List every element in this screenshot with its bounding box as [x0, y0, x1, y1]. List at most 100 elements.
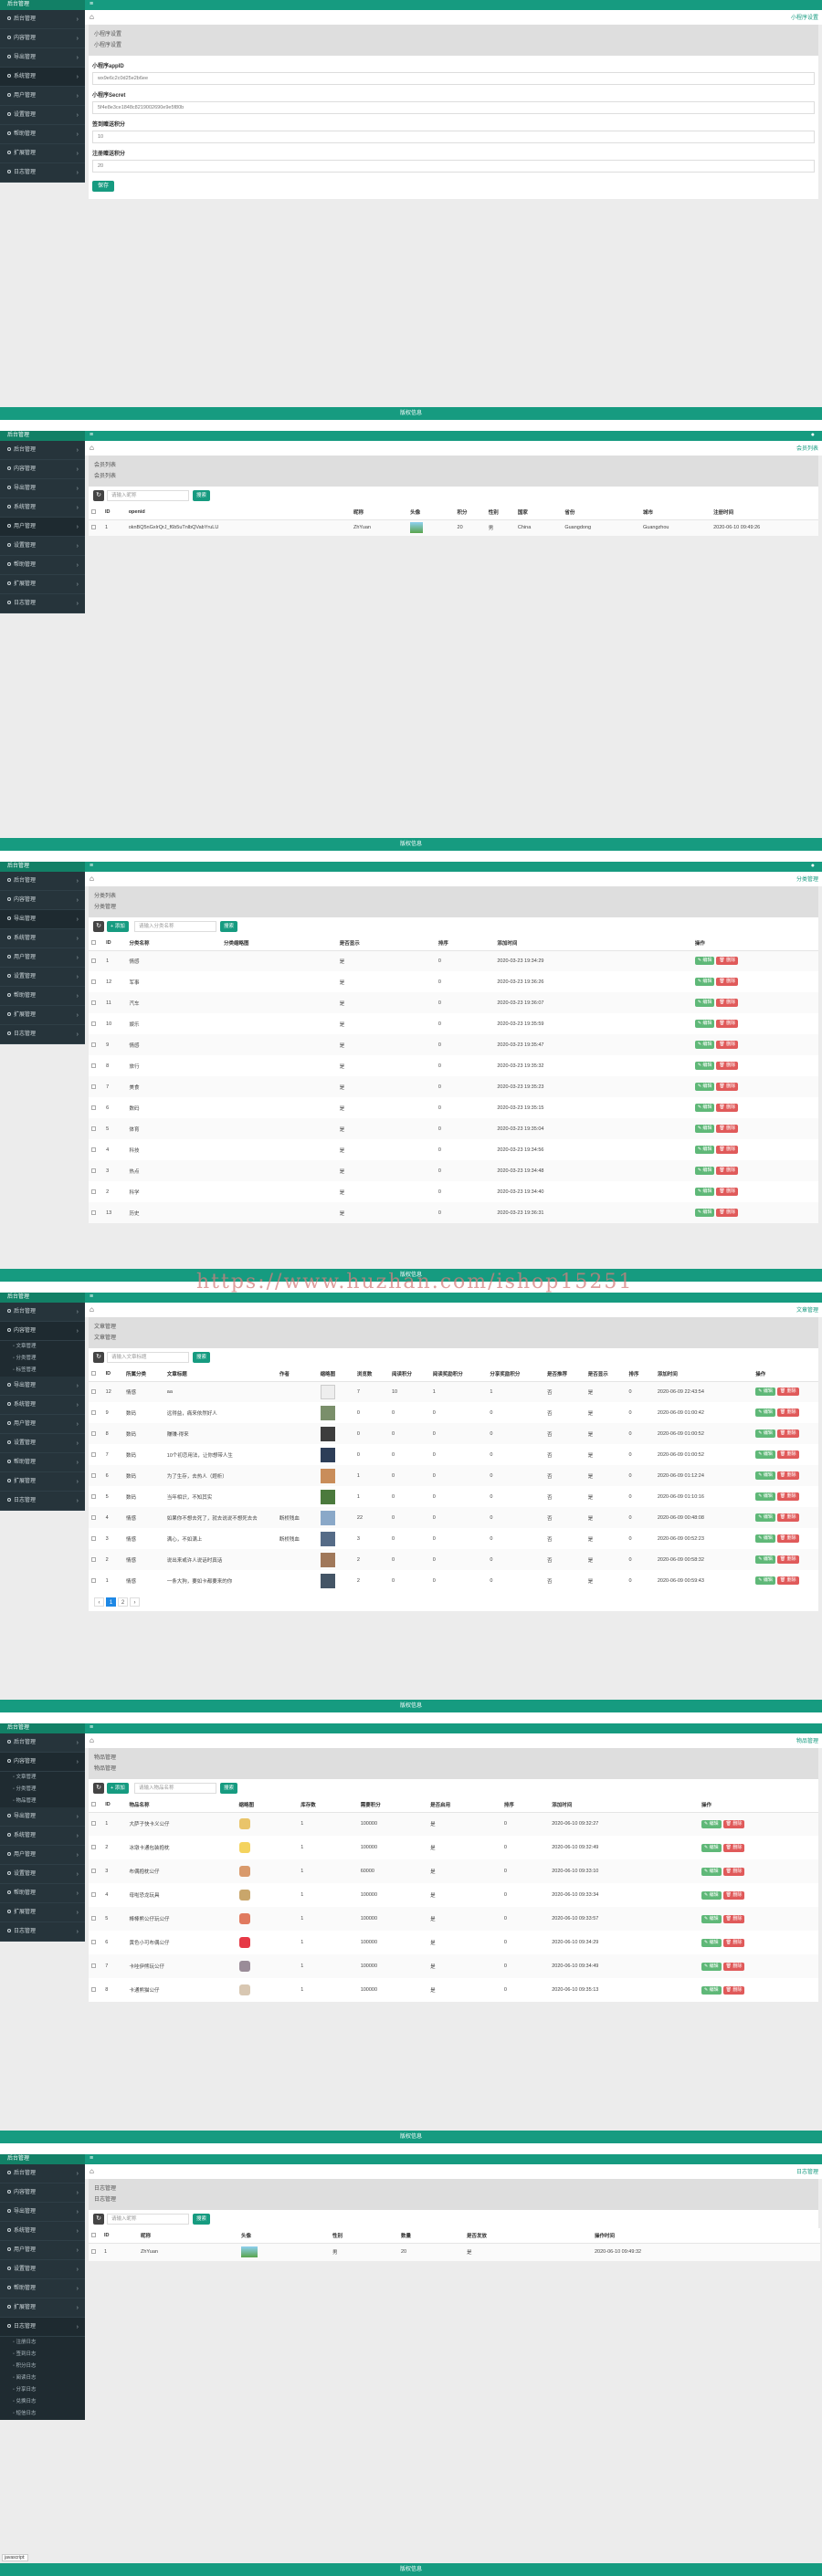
edit-button[interactable]: ✎ 编辑	[701, 1938, 722, 1947]
edit-button[interactable]: ✎ 编辑	[694, 1209, 715, 1217]
checkbox[interactable]	[91, 1472, 96, 1478]
edit-button[interactable]: ✎ 编辑	[755, 1555, 775, 1564]
delete-button[interactable]: 🗑 删除	[722, 1938, 745, 1947]
checkbox[interactable]	[91, 1388, 96, 1394]
search-input[interactable]: 请输入昵称	[107, 490, 189, 501]
delete-button[interactable]: 🗑 删除	[716, 1083, 739, 1091]
edit-button[interactable]: ✎ 编辑	[694, 1083, 715, 1091]
sidebar-item[interactable]: 设置管理 ›	[0, 2260, 85, 2279]
sidebar-item[interactable]: 扩展管理 ›	[0, 1903, 85, 1922]
edit-button[interactable]: ✎ 编辑	[701, 1962, 722, 1971]
sidebar-item[interactable]: 系统管理 ›	[0, 2222, 85, 2241]
search-button[interactable]: 搜索	[193, 490, 211, 501]
search-input[interactable]: 请输入物品名称	[134, 1783, 216, 1794]
breadcrumb-link[interactable]: 日志管理	[796, 2167, 818, 2175]
edit-button[interactable]: ✎ 编辑	[755, 1387, 775, 1397]
sidebar-item[interactable]: 用户管理 ›	[0, 518, 85, 537]
delete-button[interactable]: 🗑 删除	[776, 1534, 799, 1543]
delete-button[interactable]: 🗑 删除	[776, 1450, 799, 1459]
checkbox[interactable]	[91, 1000, 96, 1005]
checkbox[interactable]	[91, 1063, 96, 1068]
sidebar-item[interactable]: 扩展管理 ›	[0, 144, 85, 163]
delete-button[interactable]: 🗑 删除	[716, 999, 739, 1007]
save-button[interactable]: 保存	[92, 181, 115, 192]
field-input[interactable]: wx9e6c2c0d25e2b6ee	[92, 72, 815, 85]
menu-icon[interactable]: ≡	[90, 432, 93, 438]
sidebar-item[interactable]: 导出管理 ›	[0, 48, 85, 68]
sidebar-subitem[interactable]: ◦ 分类管理	[0, 1784, 85, 1796]
edit-button[interactable]: ✎ 编辑	[694, 1104, 715, 1112]
sidebar-subitem[interactable]: ◦ 标签管理	[0, 1365, 85, 1377]
sidebar-item[interactable]: 导出管理 ›	[0, 1807, 85, 1827]
delete-button[interactable]: 🗑 删除	[716, 1020, 739, 1028]
checkbox[interactable]	[91, 525, 96, 530]
edit-button[interactable]: ✎ 编辑	[755, 1471, 775, 1480]
checkbox[interactable]	[91, 1821, 96, 1827]
edit-button[interactable]: ✎ 编辑	[755, 1513, 775, 1522]
sidebar-item[interactable]: 内容管理 ›	[0, 1753, 85, 1772]
delete-button[interactable]: 🗑 删除	[716, 1062, 739, 1070]
delete-button[interactable]: 🗑 删除	[776, 1387, 799, 1397]
page-button[interactable]: 1	[106, 1597, 116, 1607]
sidebar-item[interactable]: 内容管理 ›	[0, 460, 85, 479]
sidebar-item[interactable]: 用户管理 ›	[0, 1415, 85, 1434]
delete-button[interactable]: 🗑 删除	[776, 1576, 799, 1585]
sidebar-item[interactable]: 扩展管理 ›	[0, 1472, 85, 1492]
checkbox[interactable]	[91, 1168, 96, 1173]
sidebar-item[interactable]: 设置管理 ›	[0, 1865, 85, 1884]
breadcrumb-link[interactable]: 小程序设置	[791, 13, 818, 21]
field-input[interactable]: 5f4e8e3ce1848c8219002690e9e5f80b	[92, 101, 815, 114]
checkbox[interactable]	[91, 1577, 96, 1583]
checkbox[interactable]	[91, 1409, 96, 1415]
checkbox[interactable]	[91, 1493, 96, 1499]
search-input[interactable]: 请输入文章标题	[107, 1352, 189, 1363]
checkbox[interactable]	[91, 939, 96, 945]
add-button[interactable]: + 添加	[107, 1783, 129, 1794]
search-input[interactable]: 请输入昵称	[107, 2214, 189, 2225]
page-button[interactable]: 2	[118, 1597, 128, 1607]
sidebar-subitem[interactable]: ◦ 签到日志	[0, 2349, 85, 2361]
sidebar-subitem[interactable]: ◦ 短信日志	[0, 2408, 85, 2420]
user-icon[interactable]: ●	[811, 863, 815, 869]
sidebar-item[interactable]: 帮助管理 ›	[0, 556, 85, 575]
sidebar-item[interactable]: 日志管理 ›	[0, 163, 85, 183]
home-icon[interactable]: ⌂	[90, 2167, 94, 2175]
sidebar-item[interactable]: 后台管理 ›	[0, 1733, 85, 1753]
delete-button[interactable]: 🗑 删除	[722, 1890, 745, 1900]
search-button[interactable]: 搜索	[220, 1783, 238, 1794]
sidebar-item[interactable]: 设置管理 ›	[0, 106, 85, 125]
sidebar-subitem[interactable]: ◦ 物品管理	[0, 1796, 85, 1807]
checkbox[interactable]	[91, 1535, 96, 1541]
sidebar-item[interactable]: 导出管理 ›	[0, 2203, 85, 2222]
sidebar-subitem[interactable]: ◦ 阅读日志	[0, 2372, 85, 2384]
sidebar-item[interactable]: 后台管理 ›	[0, 441, 85, 460]
delete-button[interactable]: 🗑 删除	[716, 1209, 739, 1217]
delete-button[interactable]: 🗑 删除	[716, 957, 739, 966]
edit-button[interactable]: ✎ 编辑	[755, 1429, 775, 1438]
delete-button[interactable]: 🗑 删除	[776, 1471, 799, 1480]
checkbox[interactable]	[91, 1126, 96, 1131]
sidebar-item[interactable]: 后台管理 ›	[0, 10, 85, 29]
breadcrumb-link[interactable]: 文章管理	[796, 1305, 818, 1314]
checkbox[interactable]	[91, 1514, 96, 1520]
sidebar-subitem[interactable]: ◦ 分类管理	[0, 1353, 85, 1365]
menu-icon[interactable]: ≡	[90, 1, 93, 7]
checkbox[interactable]	[91, 2232, 96, 2237]
edit-button[interactable]: ✎ 编辑	[694, 978, 715, 986]
menu-icon[interactable]: ≡	[90, 1293, 93, 1300]
sidebar-item[interactable]: 内容管理 ›	[0, 29, 85, 48]
checkbox[interactable]	[91, 1147, 96, 1152]
menu-icon[interactable]: ≡	[90, 1724, 93, 1731]
checkbox[interactable]	[91, 1451, 96, 1457]
checkbox[interactable]	[91, 1042, 96, 1047]
edit-button[interactable]: ✎ 编辑	[755, 1450, 775, 1459]
edit-button[interactable]: ✎ 编辑	[694, 957, 715, 966]
edit-button[interactable]: ✎ 编辑	[755, 1408, 775, 1417]
edit-button[interactable]: ✎ 编辑	[694, 1167, 715, 1175]
sidebar-subitem[interactable]: ◦ 兑换日志	[0, 2396, 85, 2408]
sidebar-item[interactable]: 后台管理 ›	[0, 872, 85, 891]
field-input[interactable]: 10	[92, 131, 815, 143]
refresh-icon[interactable]: ↻	[93, 921, 104, 932]
refresh-icon[interactable]: ↻	[93, 1352, 104, 1363]
edit-button[interactable]: ✎ 编辑	[694, 1125, 715, 1133]
